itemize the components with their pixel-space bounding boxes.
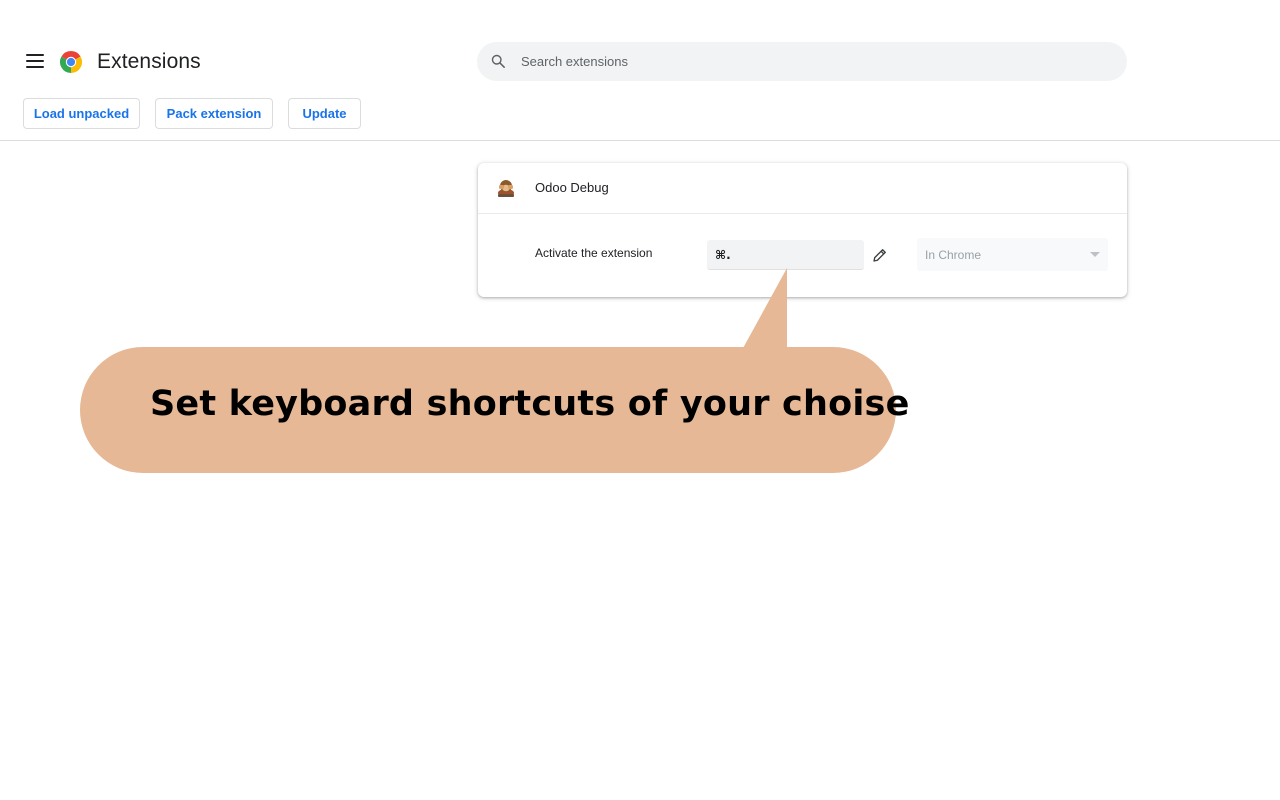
load-unpacked-button[interactable]: Load unpacked — [23, 98, 140, 129]
shortcut-value: ⌘. — [715, 248, 731, 262]
callout-text: Set keyboard shortcuts of your choise — [150, 384, 910, 424]
hamburger-menu-icon[interactable] — [26, 54, 44, 68]
pencil-icon[interactable] — [871, 246, 889, 264]
extension-shortcut-card: Odoo Debug Activate the extension ⌘. In … — [478, 163, 1127, 297]
pack-extension-button[interactable]: Pack extension — [155, 98, 273, 129]
dropdown-arrow-icon — [1090, 252, 1100, 257]
shortcut-scope-select[interactable]: In Chrome — [917, 238, 1108, 271]
callout-bubble: Set keyboard shortcuts of your choise — [80, 347, 909, 473]
card-divider — [478, 213, 1127, 214]
header-divider — [0, 140, 1280, 141]
odoo-monkey-icon — [498, 180, 514, 197]
shortcut-label: Activate the extension — [535, 246, 653, 260]
page-title: Extensions — [97, 50, 201, 73]
update-button[interactable]: Update — [288, 98, 361, 129]
shortcut-input[interactable]: ⌘. — [707, 240, 864, 270]
chrome-logo-icon — [59, 51, 83, 73]
extension-name: Odoo Debug — [535, 180, 609, 195]
search-icon — [491, 54, 505, 68]
search-input[interactable] — [521, 42, 1111, 81]
search-bar[interactable] — [477, 42, 1127, 81]
shortcut-scope-value: In Chrome — [925, 248, 982, 262]
